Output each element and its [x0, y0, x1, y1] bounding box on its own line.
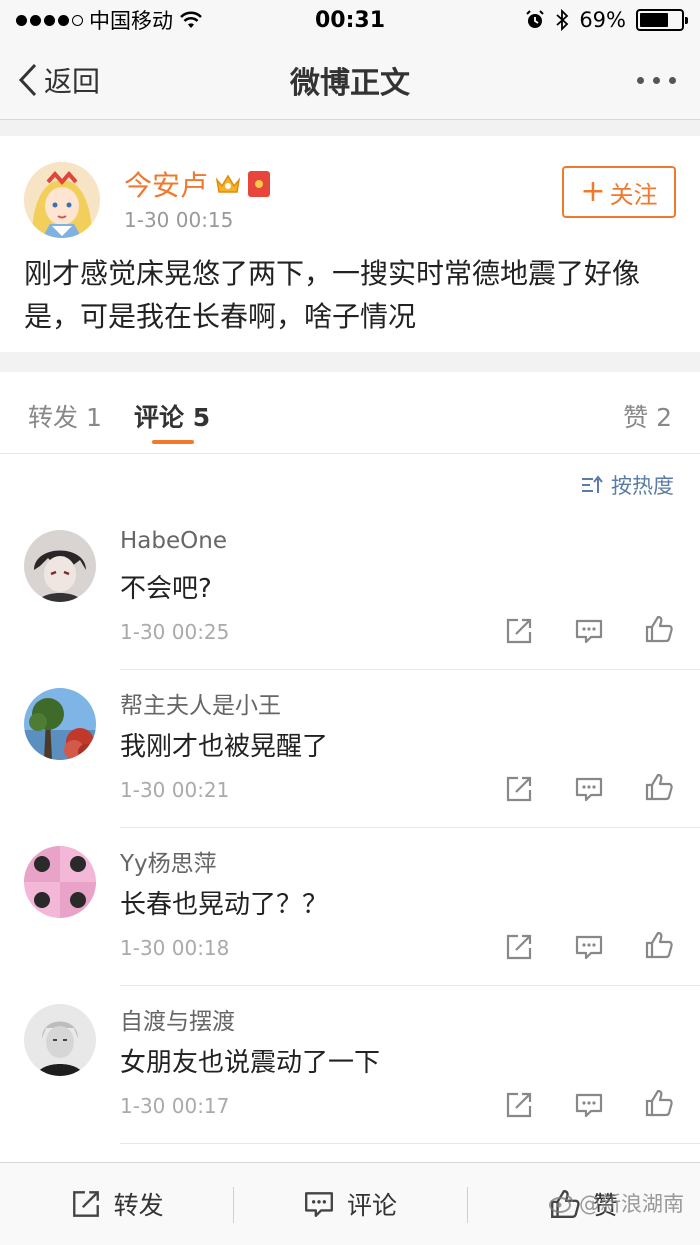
more-button[interactable]: [637, 40, 676, 120]
comment-item: 帮主夫人是小王 我刚才也被晃醒了 1-30 00:21: [0, 670, 700, 828]
comment-label: 评论: [346, 1191, 397, 1220]
watermark: @新浪湖南: [549, 1188, 684, 1218]
weibo-post: 今安卢 1-30 00:15 + 关注 刚才感觉床晃悠了两下，一搜实时常德地震了…: [0, 136, 700, 352]
sort-row: 按热度: [0, 454, 700, 512]
repost-label: 转发: [113, 1191, 164, 1220]
tab-comment[interactable]: 评论 5: [134, 398, 210, 434]
post-time: 1-30 00:15: [124, 208, 234, 232]
repost-button[interactable]: 转发: [0, 1163, 233, 1245]
commenter-avatar[interactable]: [24, 530, 96, 602]
back-label: 返回: [44, 65, 101, 98]
active-tab-indicator: [152, 440, 194, 444]
back-button[interactable]: 返回: [18, 40, 100, 120]
follow-label: 关注: [609, 180, 658, 209]
thumbs-up-icon[interactable]: [644, 1088, 674, 1118]
author-name[interactable]: 今安卢: [124, 164, 208, 204]
sort-label: 按热度: [611, 474, 674, 498]
comment-text: 长春也晃动了？？: [120, 890, 329, 920]
battery-percent: 69%: [579, 8, 626, 32]
commenter-avatar[interactable]: [24, 688, 96, 760]
thumbs-up-icon[interactable]: [644, 772, 674, 802]
alarm-icon: [526, 10, 545, 28]
comment-text: 不会吧?: [120, 574, 212, 604]
comment-item: 自渡与摆渡 女朋友也说震动了一下 1-30 00:17: [0, 986, 700, 1144]
vip-crown-icon: [215, 174, 241, 193]
signal-icon: [16, 14, 83, 26]
comment-list: HabeOne 不会吧? 1-30 00:25 帮主夫人是小王 我刚才也被晃醒了…: [0, 512, 700, 1162]
reply-icon[interactable]: [574, 774, 604, 804]
red-packet-icon[interactable]: [248, 171, 271, 197]
commenter-name[interactable]: Yy杨思萍: [120, 844, 217, 878]
more-dot-icon: [637, 76, 644, 84]
commenter-name[interactable]: 帮主夫人是小王: [120, 686, 281, 720]
weibo-logo-icon: [549, 1195, 573, 1213]
page-title: 微博正文: [290, 65, 410, 101]
plus-icon: +: [580, 174, 606, 209]
comment-time: 1-30 00:18: [120, 936, 230, 960]
comment-time: 1-30 00:25: [120, 620, 230, 644]
tab-repost[interactable]: 转发 1: [28, 398, 102, 434]
sort-icon: [582, 475, 603, 493]
comment-text: 我刚才也被晃醒了: [120, 732, 329, 762]
comment-time: 1-30 00:17: [120, 1094, 230, 1118]
share-icon[interactable]: [504, 774, 534, 804]
thumbs-up-icon[interactable]: [644, 930, 674, 960]
follow-button[interactable]: + 关注: [562, 166, 676, 218]
author-avatar[interactable]: [24, 162, 100, 238]
thumbs-up-icon[interactable]: [644, 614, 674, 644]
battery-icon: [636, 9, 688, 31]
more-dot-icon: [669, 76, 676, 84]
sort-by-hot-button[interactable]: 按热度: [581, 470, 674, 500]
commenter-name[interactable]: HabeOne: [120, 528, 227, 554]
reply-icon[interactable]: [574, 932, 604, 962]
comment-item: Yy杨思萍 长春也晃动了？？ 1-30 00:18: [0, 828, 700, 986]
nav-bar: 返回 微博正文: [0, 40, 700, 120]
share-icon: [72, 1191, 99, 1217]
status-bar: 中国移动 00:31 69%: [0, 0, 700, 40]
commenter-avatar[interactable]: [24, 1004, 96, 1076]
more-dot-icon: [653, 76, 660, 84]
share-icon[interactable]: [504, 616, 534, 646]
post-text: 刚才感觉床晃悠了两下，一搜实时常德地震了好像是，可是我在长春啊，啥子情况: [24, 257, 641, 333]
comment-icon: [305, 1192, 333, 1217]
tab-like[interactable]: 赞 2: [623, 398, 672, 434]
share-icon[interactable]: [504, 932, 534, 962]
comment-time: 1-30 00:21: [120, 778, 230, 802]
chevron-left-icon: [18, 63, 37, 97]
detail-tabs: 转发 1 评论 5 赞 2: [0, 372, 700, 454]
comment-button[interactable]: 评论: [233, 1163, 466, 1245]
carrier-label: 中国移动: [89, 9, 173, 33]
reply-icon[interactable]: [574, 616, 604, 646]
watermark-text: @新浪湖南: [579, 1192, 684, 1216]
wifi-icon: [180, 11, 202, 28]
commenter-name[interactable]: 自渡与摆渡: [120, 1002, 235, 1036]
bluetooth-icon: [556, 9, 569, 31]
comment-text: 女朋友也说震动了一下: [120, 1048, 381, 1078]
comment-item: HabeOne 不会吧? 1-30 00:25: [0, 512, 700, 670]
share-icon[interactable]: [504, 1090, 534, 1120]
commenter-avatar[interactable]: [24, 846, 96, 918]
comment-item: [0, 1144, 700, 1162]
reply-icon[interactable]: [574, 1090, 604, 1120]
